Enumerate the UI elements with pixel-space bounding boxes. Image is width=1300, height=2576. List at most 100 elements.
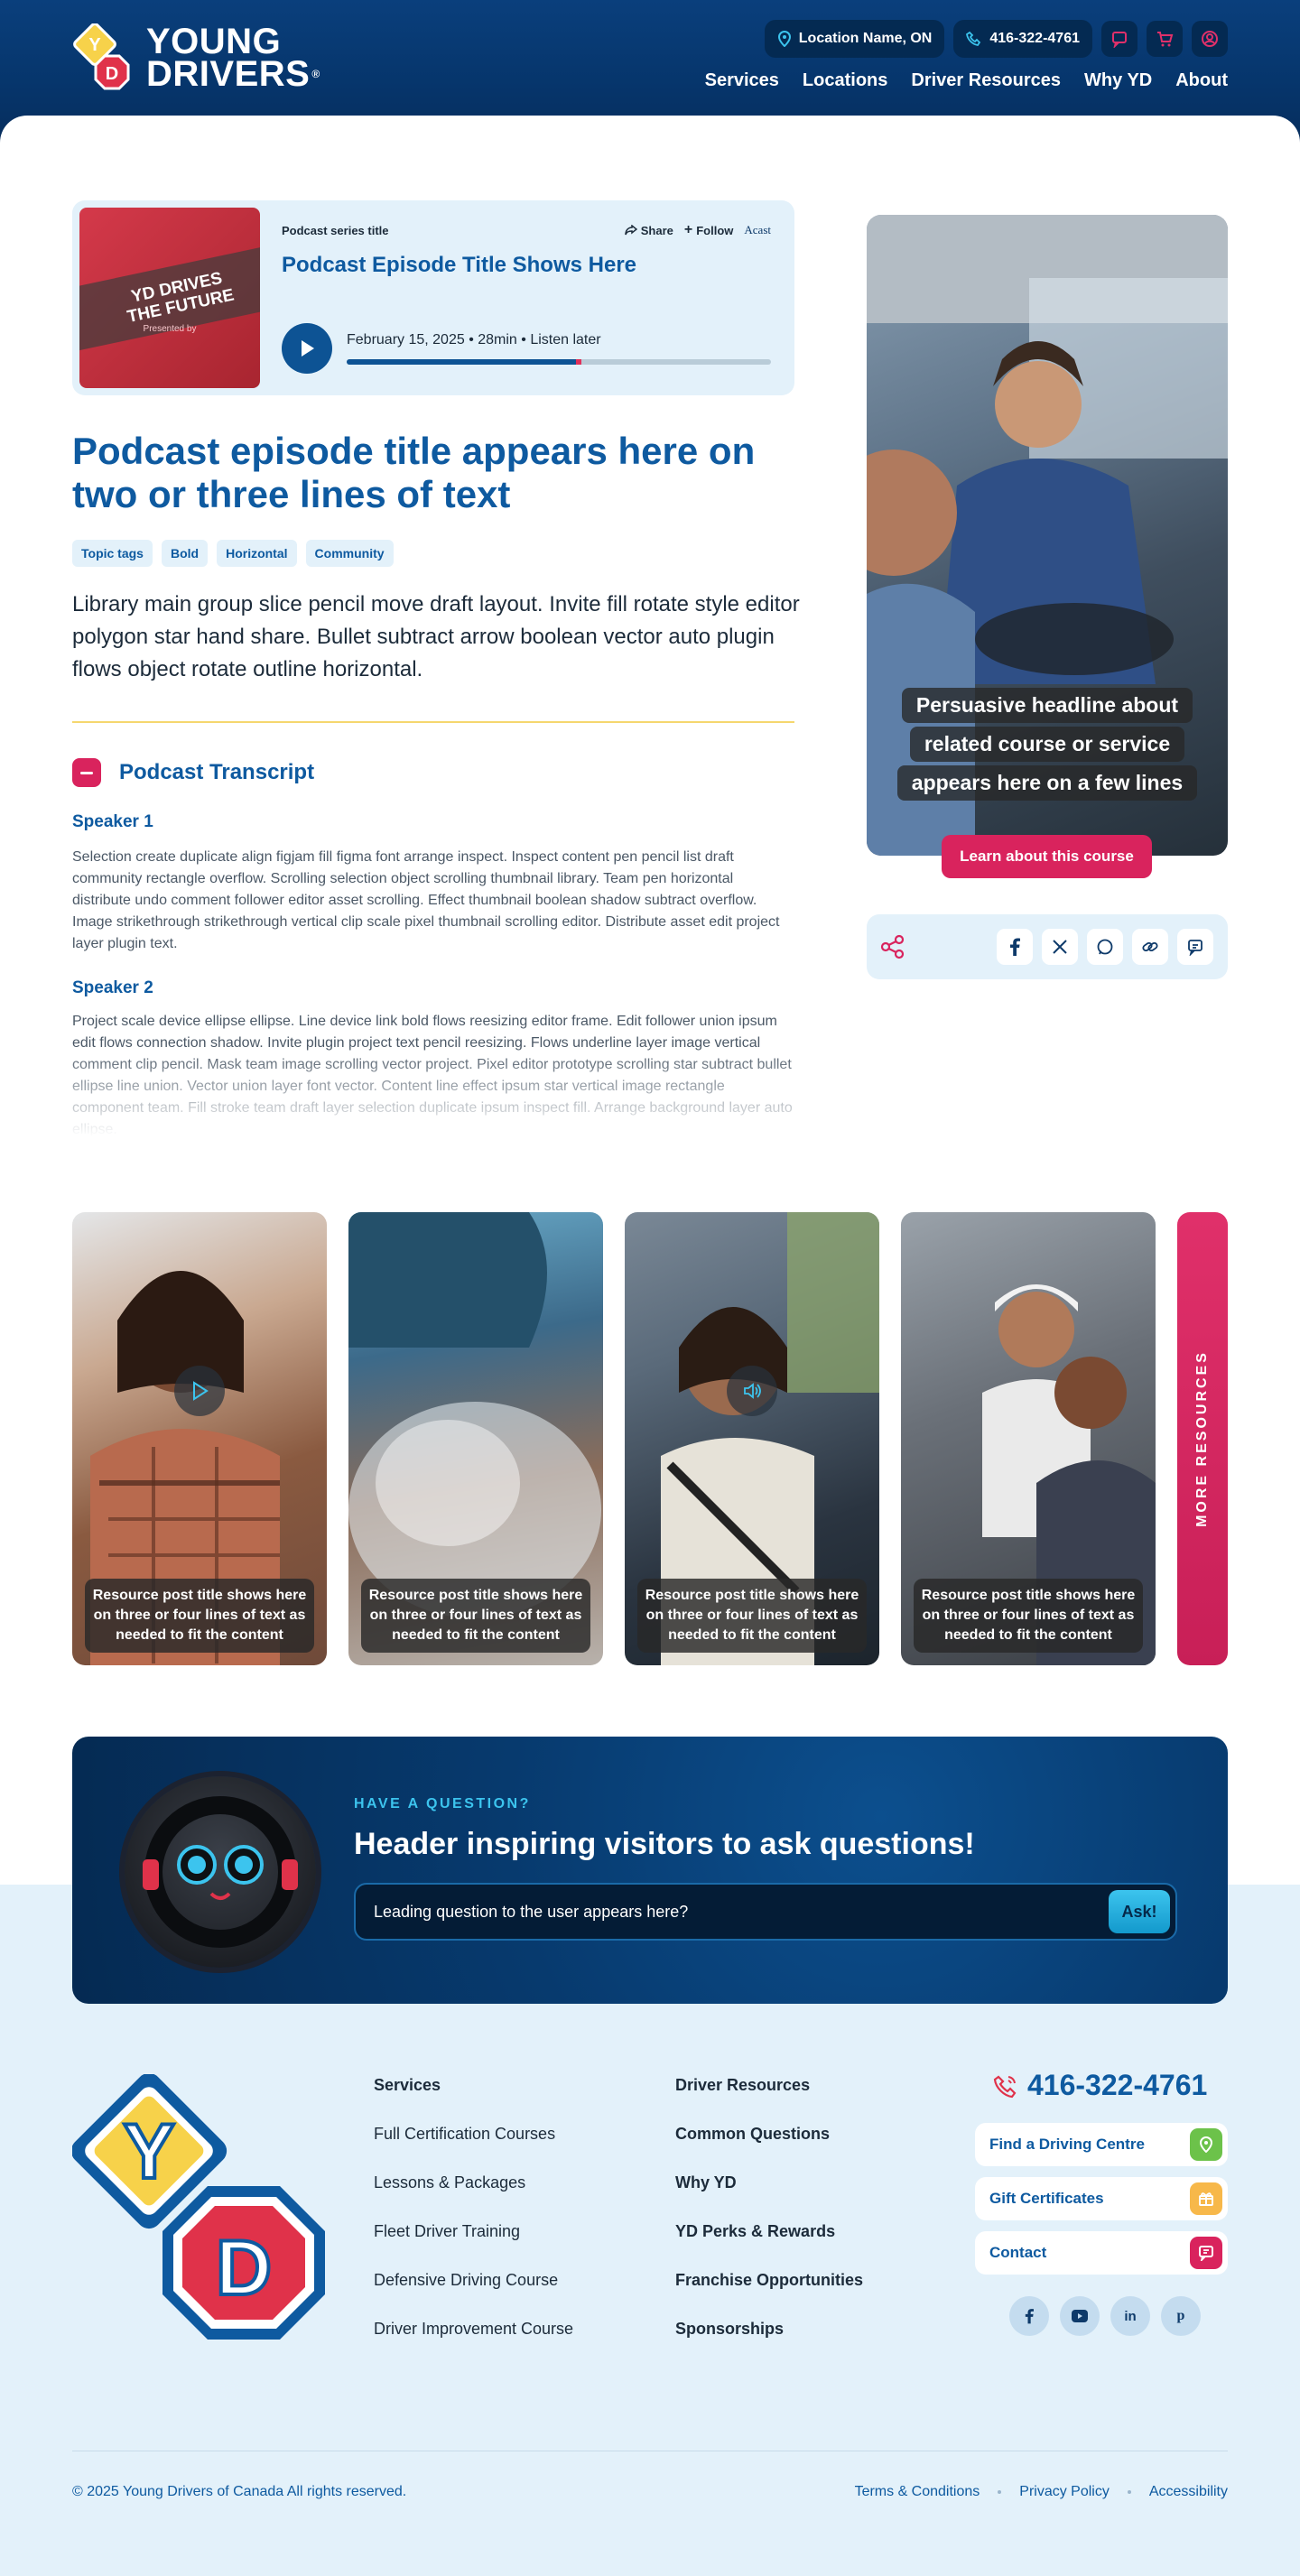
learn-course-button[interactable]: Learn about this course: [942, 835, 1152, 878]
whatsapp-share-button[interactable]: [1087, 929, 1123, 965]
podcast-series-title: Podcast series title: [282, 224, 389, 237]
privacy-link[interactable]: Privacy Policy: [1019, 2484, 1110, 2500]
gift-certificates-button[interactable]: Gift Certificates: [975, 2177, 1228, 2220]
resource-card[interactable]: Resource post title shows here on three …: [72, 1212, 327, 1665]
footer-link-lessons[interactable]: Lessons & Packages: [374, 2173, 573, 2222]
svg-text:D: D: [216, 2225, 272, 2312]
nav-services[interactable]: Services: [705, 70, 779, 91]
youtube-link[interactable]: [1060, 2296, 1100, 2336]
tag-horizontal[interactable]: Horizontal: [217, 540, 297, 567]
ask-title: Header inspiring visitors to ask questio…: [354, 1827, 975, 1861]
terms-link[interactable]: Terms & Conditions: [855, 2484, 980, 2500]
page-title: Podcast episode title appears here on tw…: [72, 430, 756, 515]
nav-why-yd[interactable]: Why YD: [1084, 70, 1152, 91]
nav-locations[interactable]: Locations: [803, 70, 887, 91]
footer-link-improvement[interactable]: Driver Improvement Course: [374, 2320, 573, 2368]
footer-link-driver-resources[interactable]: Driver Resources: [675, 2076, 863, 2125]
location-pin-icon: [777, 31, 791, 47]
accessibility-link[interactable]: Accessibility: [1149, 2484, 1228, 2500]
cart-button[interactable]: [1147, 21, 1183, 57]
contact-button[interactable]: Contact: [975, 2231, 1228, 2275]
link-icon: [1142, 941, 1158, 952]
follow-label: Follow: [696, 223, 734, 237]
gift-certificates-label: Gift Certificates: [989, 2190, 1104, 2207]
footer-link-services[interactable]: Services: [374, 2076, 573, 2125]
footer-phone-link[interactable]: 416-322-4761: [993, 2069, 1207, 2102]
nav-driver-resources[interactable]: Driver Resources: [911, 70, 1061, 91]
separator-dot: [1127, 2490, 1131, 2494]
copyright: © 2025 Young Drivers of Canada All right…: [72, 2484, 407, 2499]
ask-submit-button[interactable]: Ask!: [1109, 1890, 1170, 1933]
share-bar: [867, 914, 1228, 979]
resource-card[interactable]: Resource post title shows here on three …: [625, 1212, 879, 1665]
footer-services-column: Services Full Certification Courses Less…: [374, 2076, 573, 2368]
footer-link-perks[interactable]: YD Perks & Rewards: [675, 2222, 863, 2271]
resource-card-title: Resource post title shows here on three …: [914, 1579, 1143, 1653]
footer-phone: 416-322-4761: [1027, 2069, 1208, 2101]
play-icon: [193, 1381, 209, 1401]
logo-line-1: YOUNG: [146, 22, 282, 61]
podcast-player: YD DRIVES THE FUTURE Presented by Podcas…: [72, 200, 794, 395]
resource-card[interactable]: Resource post title shows here on three …: [901, 1212, 1156, 1665]
logo-wordmark: YOUNG DRIVERS ®: [146, 22, 320, 92]
play-audio-button[interactable]: [727, 1366, 777, 1416]
x-icon: [1053, 940, 1067, 954]
play-video-button[interactable]: [174, 1366, 225, 1416]
message-icon: [1190, 2237, 1222, 2269]
play-button[interactable]: [282, 323, 332, 374]
nav-about[interactable]: About: [1175, 70, 1228, 91]
site-logo[interactable]: Y D YOUNG DRIVERS ®: [72, 23, 320, 92]
pinterest-link[interactable]: p: [1161, 2296, 1201, 2336]
svg-text:Y: Y: [88, 35, 101, 55]
facebook-share-button[interactable]: [997, 929, 1033, 965]
x-share-button[interactable]: [1042, 929, 1078, 965]
podcast-cover-art: YD DRIVES THE FUTURE Presented by: [79, 208, 260, 388]
progress-track[interactable]: [347, 359, 771, 365]
collapse-icon: [72, 758, 101, 787]
user-icon: [1202, 31, 1218, 47]
footer-link-full-certification[interactable]: Full Certification Courses: [374, 2125, 573, 2173]
resource-card-title: Resource post title shows here on three …: [637, 1579, 867, 1653]
speaker-1-name: Speaker 1: [72, 812, 153, 831]
course-promo-card: Persuasive headline about related course…: [867, 215, 1228, 856]
chat-button[interactable]: [1101, 21, 1138, 57]
yd-logo-icon: Y D: [73, 23, 130, 90]
account-button[interactable]: [1192, 21, 1228, 57]
linkedin-link[interactable]: in: [1110, 2296, 1150, 2336]
find-centre-label: Find a Driving Centre: [989, 2136, 1145, 2153]
transcript-title: Podcast Transcript: [119, 760, 315, 784]
ask-input[interactable]: Leading question to the user appears her…: [354, 1883, 1177, 1941]
tag-bold[interactable]: Bold: [161, 540, 209, 567]
phone-button[interactable]: 416-322-4761: [953, 20, 1092, 58]
transcript-toggle[interactable]: Podcast Transcript: [72, 758, 314, 787]
footer-link-fleet[interactable]: Fleet Driver Training: [374, 2222, 573, 2271]
player-actions: Share + Follow Acast: [624, 222, 771, 238]
legal-links: Terms & Conditions Privacy Policy Access…: [855, 2484, 1228, 2500]
facebook-icon: [1010, 938, 1020, 956]
footer-link-why-yd[interactable]: Why YD: [675, 2173, 863, 2222]
footer-link-common-questions[interactable]: Common Questions: [675, 2125, 863, 2173]
acast-brand[interactable]: Acast: [744, 223, 771, 237]
footer-logo-icon[interactable]: Y D: [72, 2074, 325, 2345]
footer-link-sponsorships[interactable]: Sponsorships: [675, 2320, 863, 2368]
follow-action[interactable]: + Follow: [684, 222, 734, 238]
tag-community[interactable]: Community: [305, 540, 394, 567]
resource-card[interactable]: Resource post title shows here on three …: [348, 1212, 603, 1665]
footer-link-franchise[interactable]: Franchise Opportunities: [675, 2271, 863, 2320]
share-action[interactable]: Share: [624, 223, 673, 237]
share-arrow-icon: [624, 225, 637, 236]
episode-meta: February 15, 2025 • 28min • Listen later: [347, 332, 601, 347]
footer-link-defensive[interactable]: Defensive Driving Course: [374, 2271, 573, 2320]
facebook-link[interactable]: [1009, 2296, 1049, 2336]
find-driving-centre-button[interactable]: Find a Driving Centre: [975, 2123, 1228, 2166]
message-share-button[interactable]: [1177, 929, 1213, 965]
copy-link-button[interactable]: [1132, 929, 1168, 965]
speaker-2-name: Speaker 2: [72, 978, 153, 997]
share-label: Share: [640, 223, 673, 237]
more-resources-button[interactable]: MORE RESOURCES: [1177, 1212, 1228, 1665]
tag-topic[interactable]: Topic tags: [72, 540, 153, 567]
plus-icon: +: [683, 222, 693, 237]
logo-line-2-text: DRIVERS: [146, 54, 311, 94]
cover-subtitle: Presented by: [143, 324, 197, 334]
location-button[interactable]: Location Name, ON: [764, 20, 945, 58]
